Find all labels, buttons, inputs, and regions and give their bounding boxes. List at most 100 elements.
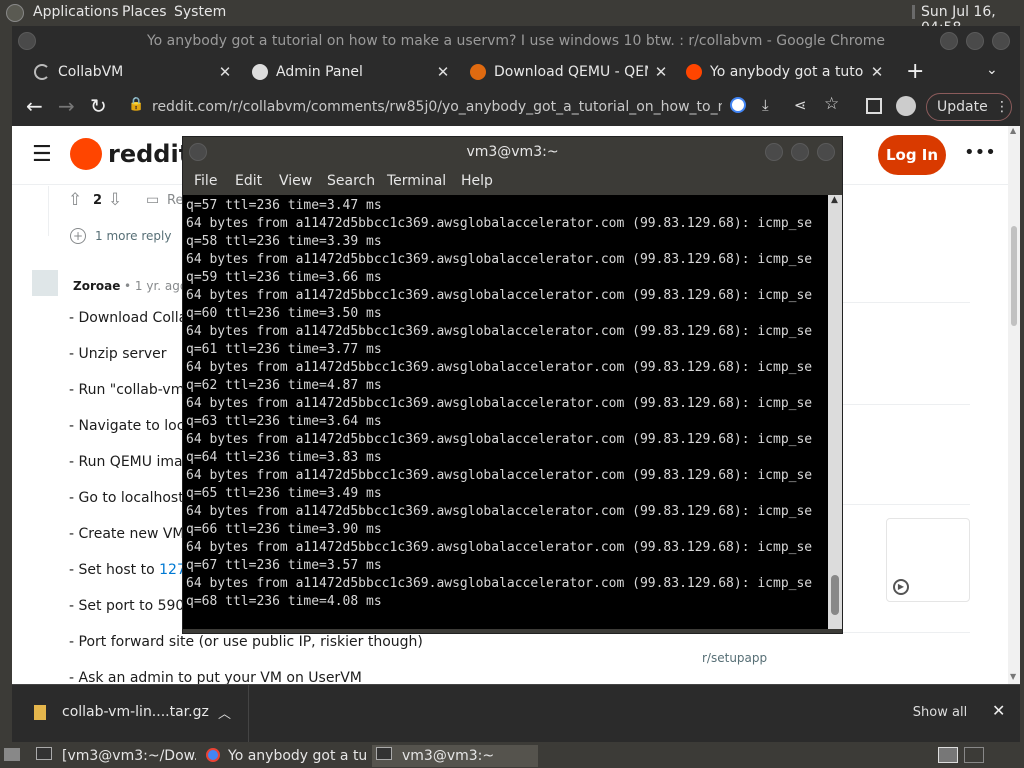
tab-close-icon[interactable]: ✕ <box>868 56 886 88</box>
tab-admin-panel[interactable]: Admin Panel ✕ <box>252 56 452 88</box>
terminal-line: q=63 ttl=236 time=3.64 ms <box>186 414 382 429</box>
more-options-icon[interactable]: ••• <box>964 142 996 163</box>
show-desktop-icon[interactable] <box>4 748 20 761</box>
reddit-wordmark[interactable]: reddit <box>108 140 190 168</box>
login-button[interactable]: Log In <box>878 135 946 175</box>
lock-icon[interactable]: 🔒 <box>128 97 144 112</box>
avatar[interactable] <box>32 270 58 296</box>
tab-collabvm[interactable]: CollabVM ✕ <box>34 56 234 88</box>
applications-icon[interactable] <box>6 4 24 22</box>
google-icon[interactable] <box>730 97 746 113</box>
show-all-button[interactable]: Show all <box>904 700 976 726</box>
install-icon[interactable]: ⤓ <box>762 96 769 114</box>
terminal-minimize-icon[interactable] <box>765 143 783 161</box>
terminal-close-icon[interactable] <box>817 143 835 161</box>
update-button[interactable]: Update ⋮ <box>926 93 1012 121</box>
menu-help[interactable]: Help <box>461 173 493 189</box>
reply-button[interactable]: Re <box>167 193 183 208</box>
close-window-icon[interactable] <box>992 32 1010 50</box>
terminal-line: q=60 ttl=236 time=3.50 ms <box>186 306 382 321</box>
back-icon[interactable]: ← <box>26 94 43 118</box>
side-panel-icon[interactable] <box>866 98 882 114</box>
task-terminal-downloads[interactable]: [vm3@vm3:~/Dow... <box>36 745 196 767</box>
reddit-logo-icon[interactable] <box>70 138 102 170</box>
tab-search-chevron-icon[interactable]: ⌄ <box>986 62 998 78</box>
terminal-line: 64 bytes from a11472d5bbcc1c369.awsgloba… <box>186 540 813 555</box>
menu-places[interactable]: Places <box>122 4 167 20</box>
terminal-titlebar: vm3@vm3:~ <box>183 137 842 167</box>
tab-close-icon[interactable]: ✕ <box>434 56 452 88</box>
window-title-text: Yo anybody got a tutorial on how to make… <box>146 33 886 49</box>
scroll-up-icon[interactable]: ▲ <box>831 195 838 205</box>
task-chrome[interactable]: Yo anybody got a tu... <box>206 745 366 767</box>
menu-terminal[interactable]: Terminal <box>387 173 446 189</box>
tab-download-qemu[interactable]: Download QEMU - QEMU ✕ <box>470 56 670 88</box>
step-3: - Run "collab-vm-s <box>69 382 197 398</box>
reload-icon[interactable]: ↻ <box>90 94 107 118</box>
scroll-thumb[interactable] <box>1011 226 1017 326</box>
chrome-window-title: Yo anybody got a tutorial on how to make… <box>12 26 1020 56</box>
upvote-icon[interactable]: ⇧ <box>68 190 82 210</box>
maximize-icon[interactable] <box>966 32 984 50</box>
comment-icon[interactable]: ▭ <box>146 192 159 208</box>
forward-icon[interactable]: → <box>58 94 75 118</box>
terminal-line: 64 bytes from a11472d5bbcc1c369.awsgloba… <box>186 288 813 303</box>
scroll-up-icon[interactable]: ▲ <box>1010 126 1016 135</box>
hamburger-menu-icon[interactable]: ☰ <box>32 142 52 167</box>
close-shelf-icon[interactable]: ✕ <box>992 701 1005 720</box>
terminal-line: q=59 ttl=236 time=3.66 ms <box>186 270 382 285</box>
step-2: - Unzip server <box>69 346 167 362</box>
terminal-line: q=58 ttl=236 time=3.39 ms <box>186 234 382 249</box>
sidebar-divider <box>840 504 970 505</box>
more-replies-link[interactable]: 1 more reply <box>95 229 171 243</box>
address-input[interactable]: reddit.com/r/collabvm/comments/rw85j0/yo… <box>152 93 722 121</box>
terminal-line: 64 bytes from a11472d5bbcc1c369.awsgloba… <box>186 504 813 519</box>
terminal-output[interactable]: q=57 ttl=236 time=3.47 ms 64 bytes from … <box>183 195 828 629</box>
terminal-maximize-icon[interactable] <box>791 143 809 161</box>
share-icon[interactable]: ⋖ <box>794 96 807 114</box>
sidebar-divider <box>840 302 970 303</box>
step-11: - Ask an admin to put your VM on UserVM <box>69 670 362 684</box>
scroll-down-icon[interactable]: ▼ <box>1010 672 1016 681</box>
step-6: - Go to localhost:6 <box>69 490 198 506</box>
menu-edit[interactable]: Edit <box>235 173 262 189</box>
terminal-line: 64 bytes from a11472d5bbcc1c369.awsgloba… <box>186 576 813 591</box>
menu-search[interactable]: Search <box>327 173 375 189</box>
terminal-menu-icon[interactable] <box>189 143 207 161</box>
terminal-line: q=67 ttl=236 time=3.57 ms <box>186 558 382 573</box>
menu-view[interactable]: View <box>279 173 312 189</box>
terminal-scroll-thumb[interactable] <box>831 575 839 615</box>
terminal-line: q=66 ttl=236 time=3.90 ms <box>186 522 382 537</box>
download-shelf: collab-vm-lin....tar.gz ︿ Show all ✕ <box>12 684 1020 743</box>
page-scrollbar[interactable]: ▲ ▼ <box>1008 126 1020 684</box>
globe-icon <box>252 64 268 80</box>
window-menu-icon[interactable] <box>18 32 36 50</box>
workspace-switcher-icon[interactable] <box>964 747 984 763</box>
minimize-icon[interactable] <box>940 32 958 50</box>
download-filename: collab-vm-lin....tar.gz <box>62 704 209 720</box>
sidebar-thumbnail[interactable]: ▶ <box>886 518 970 602</box>
menu-applications[interactable]: Applications <box>33 4 119 20</box>
workspace-switcher-icon[interactable] <box>938 747 958 763</box>
comment-author[interactable]: Zoroae <box>73 279 120 293</box>
comment-age: • 1 yr. ago <box>124 279 188 293</box>
sidebar-divider <box>840 632 970 633</box>
downvote-icon[interactable]: ⇩ <box>108 190 122 210</box>
terminal-scrollbar[interactable]: ▲ <box>828 195 842 629</box>
task-terminal-active[interactable]: vm3@vm3:~ <box>372 745 538 767</box>
menu-file[interactable]: File <box>194 173 217 189</box>
new-tab-icon[interactable]: + <box>906 59 924 84</box>
step-7: - Create new VM <box>69 526 185 542</box>
chevron-up-icon[interactable]: ︿ <box>218 703 231 722</box>
terminal-line: 64 bytes from a11472d5bbcc1c369.awsgloba… <box>186 324 813 339</box>
tab-close-icon[interactable]: ✕ <box>652 56 670 88</box>
menu-system[interactable]: System <box>174 4 226 20</box>
subreddit-link[interactable]: r/setupapp <box>702 651 767 665</box>
download-item[interactable]: collab-vm-lin....tar.gz ︿ <box>12 685 249 743</box>
vote-count: 2 <box>93 193 103 208</box>
expand-replies-icon[interactable]: + <box>70 228 86 244</box>
tab-reddit-active[interactable]: Yo anybody got a tutorial o ✕ <box>686 56 886 88</box>
bookmark-star-icon[interactable]: ☆ <box>824 94 839 114</box>
profile-avatar-icon[interactable] <box>896 96 916 116</box>
tab-close-icon[interactable]: ✕ <box>216 56 234 88</box>
